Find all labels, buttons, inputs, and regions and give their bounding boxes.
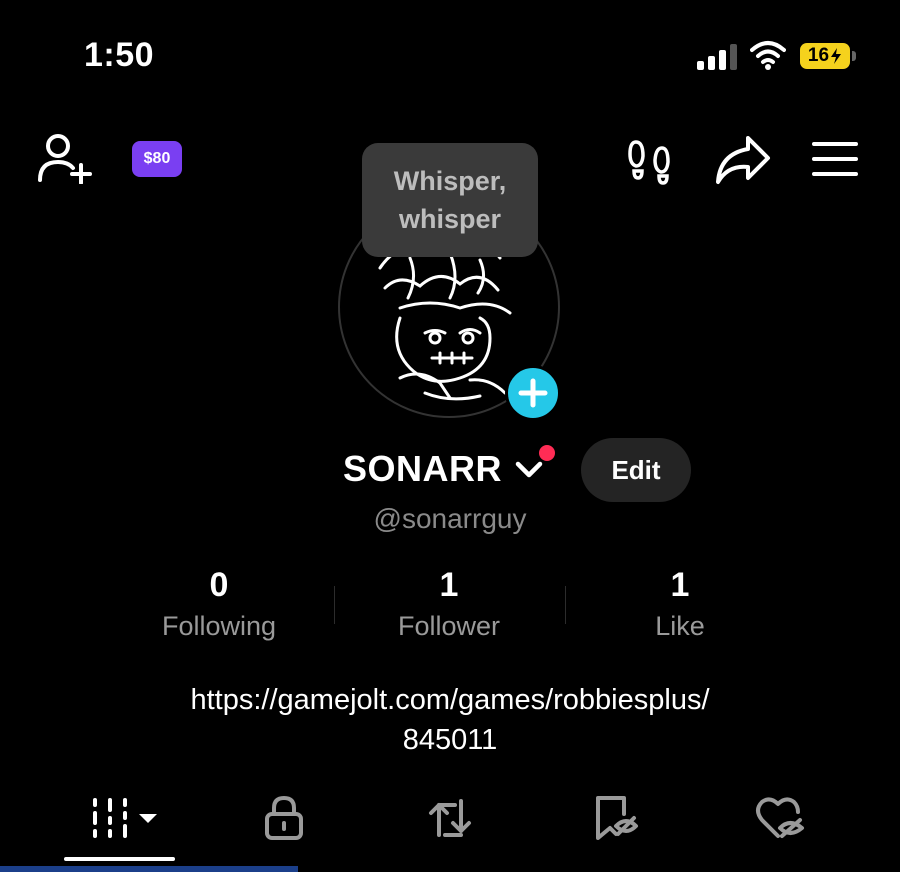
add-story-button[interactable] — [505, 365, 561, 421]
battery-level: 16 — [807, 45, 830, 66]
stat-likes[interactable]: 1 Like — [565, 566, 795, 642]
like-label: Like — [655, 611, 705, 641]
bio-line-1: https://gamejolt.com/games/robbiesplus/ — [190, 684, 710, 716]
tab-videos[interactable] — [70, 792, 170, 844]
status-time: 1:50 — [84, 36, 155, 74]
menu-icon[interactable] — [812, 140, 858, 183]
footprints-icon[interactable] — [626, 136, 676, 191]
tooltip-line-2: whisper — [398, 204, 502, 234]
tooltip-line-1: Whisper, — [393, 166, 507, 196]
follower-count: 1 — [439, 566, 459, 604]
share-icon[interactable] — [714, 134, 772, 191]
stat-followers[interactable]: 1 Follower — [334, 566, 564, 642]
lock-icon — [265, 795, 303, 840]
wifi-icon — [750, 40, 786, 75]
like-count: 1 — [670, 566, 690, 604]
chevron-down-icon[interactable] — [514, 458, 544, 487]
follower-label: Follower — [397, 611, 501, 641]
add-user-icon[interactable] — [36, 132, 94, 189]
following-count: 0 — [209, 566, 229, 604]
tab-private[interactable] — [234, 792, 334, 844]
battery-icon: 16 — [800, 43, 850, 69]
bio-link[interactable]: https://gamejolt.com/games/robbiesplus/ … — [0, 680, 900, 760]
tab-reposts[interactable] — [400, 792, 500, 844]
stat-following[interactable]: 0 Following — [104, 566, 334, 642]
coins-label: $80 — [143, 150, 171, 167]
videos-grid-icon — [93, 798, 157, 838]
following-label: Following — [161, 611, 277, 641]
battery-nub — [852, 51, 856, 61]
bookmark-hidden-icon — [596, 796, 638, 840]
plus-icon — [518, 378, 548, 408]
video-thumbnail-strip — [0, 866, 298, 872]
edit-profile-button[interactable]: Edit — [581, 438, 691, 502]
signal-icon — [697, 44, 737, 70]
notification-dot — [539, 445, 555, 461]
repost-icon — [429, 799, 471, 837]
tab-liked[interactable] — [731, 792, 831, 844]
active-tab-indicator — [64, 857, 175, 861]
coins-badge[interactable]: $80 — [132, 141, 182, 177]
profile-name: SONARR — [343, 448, 503, 489]
whisper-tooltip: Whisper, whisper — [362, 143, 538, 257]
liked-hidden-icon — [756, 797, 804, 838]
bio-line-2: 845011 — [402, 724, 498, 756]
tab-favorites[interactable] — [567, 792, 667, 844]
profile-handle: @sonarrguy — [373, 503, 527, 534]
